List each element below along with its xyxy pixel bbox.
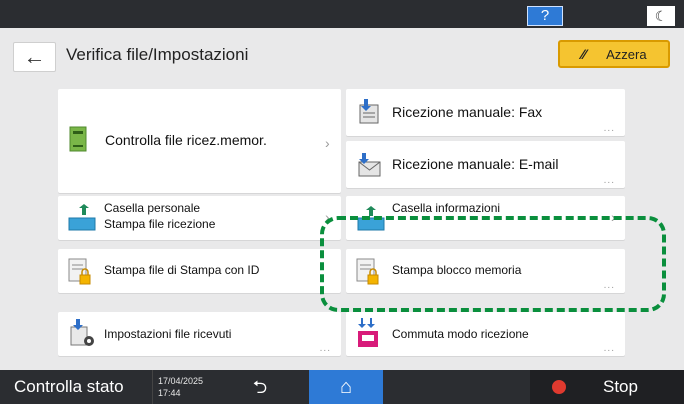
tile-controlla-file[interactable]: Controlla file ricez.memor. › (58, 89, 341, 193)
tile-label: Stampa file di Stampa con ID (104, 263, 260, 277)
tile-label: Commuta modo ricezione (392, 327, 529, 341)
top-bar: ? ☾ (0, 0, 684, 28)
home-button[interactable]: ⌂ (309, 370, 383, 404)
reset-icon: ⁄⁄ (581, 46, 587, 62)
switch-mode-icon (358, 318, 378, 347)
bottom-bar: Controlla stato 17/04/2025 17:44 ⮌ ⌂ Sto… (0, 370, 684, 404)
chevron-right-icon: › (325, 135, 330, 151)
back-arrow-button[interactable]: ⮌ (245, 375, 275, 399)
tile-label: Ricezione manuale: Fax (392, 104, 543, 120)
date-text: 17/04/2025 (158, 376, 204, 386)
more-icon: ... (319, 343, 331, 354)
reset-button[interactable]: ⁄⁄ Azzera (558, 40, 670, 68)
received-settings-icon (70, 319, 94, 346)
highlight-outline (320, 216, 666, 312)
tile-label-line1: Casella personale (104, 201, 201, 215)
date-time: 17/04/2025 17:44 (158, 375, 214, 399)
fax-receive-icon (359, 99, 379, 124)
tile-label: Casella informazioni (392, 201, 501, 215)
energy-saver-button[interactable]: ☾ (647, 6, 675, 26)
tile-commuta-modo[interactable]: Commuta modo ricezione ... (346, 312, 625, 356)
more-icon: ... (603, 343, 615, 354)
screen: ? ☾ ← Verifica file/Impostazioni ⁄⁄ Azze… (0, 0, 684, 404)
check-status-button[interactable]: Controlla stato (0, 370, 152, 404)
more-icon: ... (603, 123, 615, 134)
tile-ricezione-email[interactable]: Ricezione manuale: E-mail ... (346, 141, 625, 188)
reset-label: Azzera (606, 46, 647, 62)
email-receive-icon (358, 153, 381, 177)
divider (152, 370, 153, 404)
locked-print-icon (68, 258, 91, 285)
memory-file-icon (69, 126, 87, 152)
stop-icon (552, 380, 566, 394)
stop-button[interactable]: Stop (530, 370, 684, 404)
tile-label: Ricezione manuale: E-mail (392, 156, 559, 172)
back-button[interactable]: ← (13, 42, 56, 72)
tile-casella-personale[interactable]: Casella personale Stampa file ricezione … (58, 196, 341, 240)
tile-stampa-id[interactable]: Stampa file di Stampa con ID (58, 249, 341, 293)
home-icon: ⌂ (339, 376, 353, 398)
tile-label: Impostazioni file ricevuti (104, 327, 232, 341)
main-panel: ← Verifica file/Impostazioni ⁄⁄ Azzera C… (0, 28, 684, 370)
stop-label: Stop (603, 377, 638, 396)
tile-label-line2: Stampa file ricezione (104, 217, 216, 231)
tile-impostazioni-file[interactable]: Impostazioni file ricevuti ... (58, 312, 341, 356)
tile-label: Controlla file ricez.memor. (105, 132, 267, 148)
tile-ricezione-fax[interactable]: Ricezione manuale: Fax ... (346, 89, 625, 136)
help-button[interactable]: ? (527, 6, 563, 26)
more-icon: ... (603, 175, 615, 186)
page-title: Verifica file/Impostazioni (66, 45, 249, 64)
time-text: 17:44 (158, 388, 181, 398)
personal-box-icon (68, 204, 96, 231)
